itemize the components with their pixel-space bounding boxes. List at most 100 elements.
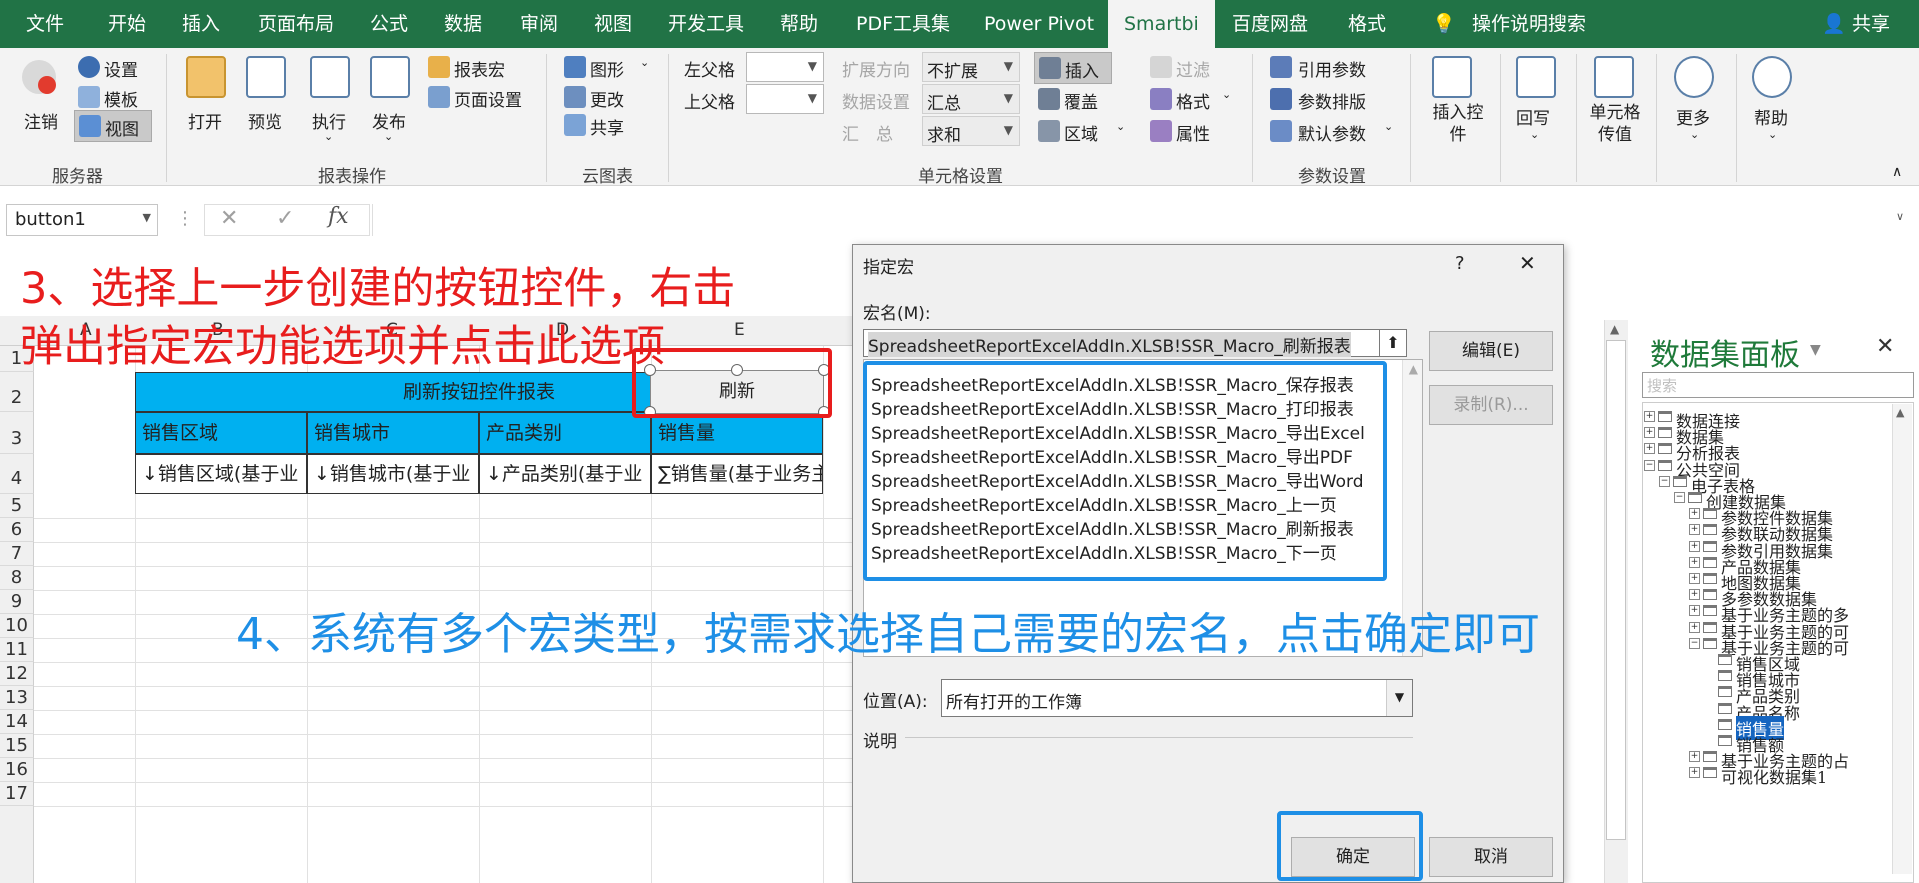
row-header-14[interactable]: 14 <box>0 710 34 734</box>
attribute-button[interactable]: 属性 <box>1176 120 1210 145</box>
row-header-15[interactable]: 15 <box>0 734 34 758</box>
row-header-4[interactable]: 4 <box>0 454 34 494</box>
page-setup-button[interactable]: 页面设置 <box>454 86 522 111</box>
insert-mode-button[interactable]: 插入 <box>1034 52 1112 84</box>
collapse-icon[interactable]: − <box>1659 475 1670 487</box>
tab-smartbi[interactable]: Smartbi <box>1108 0 1215 48</box>
scroll-up-icon[interactable]: ▲ <box>1409 362 1418 376</box>
expand-icon[interactable]: + <box>1689 589 1700 601</box>
row-header-10[interactable]: 10 <box>0 614 34 638</box>
formula-input[interactable] <box>372 204 1912 236</box>
cell-pass-button[interactable]: 单元格传值 <box>1588 102 1642 146</box>
row-header-2[interactable]: 2 <box>0 372 34 412</box>
row-header-7[interactable]: 7 <box>0 542 34 566</box>
row-header-3[interactable]: 3 <box>0 412 34 454</box>
data-cell-city[interactable]: ↓销售城市(基于业 <box>307 454 479 494</box>
scroll-up-icon[interactable]: ▲ <box>1610 322 1619 336</box>
expand-formula-icon[interactable]: ∨ <box>1896 210 1904 223</box>
default-param-button[interactable]: 默认参数 <box>1298 120 1366 145</box>
tab-pdf-tools[interactable]: PDF工具集 <box>856 0 950 48</box>
cancel-icon[interactable]: ✕ <box>220 206 238 231</box>
expand-icon[interactable]: + <box>1644 411 1655 422</box>
region-button[interactable]: 区域 <box>1064 120 1098 145</box>
tab-format[interactable]: 格式 <box>1348 0 1386 48</box>
location-dropdown[interactable]: 所有打开的工作簿 ▼ <box>941 679 1413 717</box>
edit-button[interactable]: 编辑(E) <box>1429 331 1553 371</box>
scrollbar-thumb[interactable] <box>1606 340 1626 840</box>
close-icon[interactable]: ✕ <box>1876 334 1894 359</box>
panel-search-input[interactable]: 搜索 <box>1642 372 1914 398</box>
expand-icon[interactable]: + <box>1689 556 1700 568</box>
tab-baidu-netdisk[interactable]: 百度网盘 <box>1232 0 1308 48</box>
tab-review[interactable]: 审阅 <box>520 0 558 48</box>
row-header-12[interactable]: 12 <box>0 662 34 686</box>
header-cell-region[interactable]: 销售区域 <box>135 412 307 454</box>
chart-button[interactable]: 图形 <box>590 56 624 81</box>
row-header-8[interactable]: 8 <box>0 566 34 590</box>
tab-developer[interactable]: 开发工具 <box>668 0 744 48</box>
tab-view[interactable]: 视图 <box>594 0 632 48</box>
close-icon[interactable]: ✕ <box>1519 251 1536 275</box>
help-icon[interactable]: ? <box>1455 253 1465 274</box>
expand-icon[interactable]: + <box>1689 767 1700 779</box>
tab-data[interactable]: 数据 <box>444 0 482 48</box>
name-box[interactable]: button1 ▼ <box>6 204 158 236</box>
summary-dropdown[interactable]: 求和 ▼ <box>922 116 1020 146</box>
template-button[interactable]: 模板 <box>104 86 138 111</box>
preview-button[interactable]: 预览 <box>248 108 282 133</box>
expand-icon[interactable]: + <box>1689 621 1700 633</box>
header-cell-category[interactable]: 产品类别 <box>479 412 651 454</box>
row-header-13[interactable]: 13 <box>0 686 34 710</box>
header-cell-city[interactable]: 销售城市 <box>307 412 479 454</box>
expand-icon[interactable]: + <box>1689 508 1700 520</box>
tab-home[interactable]: 开始 <box>108 0 146 48</box>
tab-insert[interactable]: 插入 <box>182 0 220 48</box>
tell-me-search[interactable]: 操作说明搜索 <box>1472 0 1586 48</box>
ref-param-button[interactable]: 引用参数 <box>1298 56 1366 81</box>
row-header-16[interactable]: 16 <box>0 758 34 782</box>
view-button[interactable]: 视图 <box>74 110 152 142</box>
more-button[interactable]: 更多 <box>1676 104 1710 129</box>
expand-icon[interactable]: + <box>1644 427 1655 439</box>
header-cell-quantity[interactable]: 销售量 <box>651 412 823 454</box>
share-button[interactable]: 共享 <box>1852 0 1890 48</box>
tab-power-pivot[interactable]: Power Pivot <box>984 0 1094 48</box>
tab-file[interactable]: 文件 <box>26 0 64 48</box>
open-button[interactable]: 打开 <box>188 108 222 133</box>
row-header-17[interactable]: 17 <box>0 782 34 806</box>
left-parent-dropdown[interactable]: ▼ <box>746 52 824 82</box>
settings-button[interactable]: 设置 <box>104 56 138 81</box>
confirm-icon[interactable]: ✓ <box>276 206 294 231</box>
expand-icon[interactable]: + <box>1689 524 1700 536</box>
filter-button[interactable]: 过滤 <box>1176 56 1210 81</box>
share-chart-button[interactable]: 共享 <box>590 114 624 139</box>
scroll-up-icon[interactable]: ▲ <box>1896 406 1904 419</box>
data-setting-dropdown[interactable]: 汇总 ▼ <box>922 84 1020 114</box>
tree-node[interactable]: 可视化数据集1 <box>1721 764 1827 788</box>
macro-name-input[interactable]: SpreadsheetReportExcelAddIn.XLSB!SSR_Mac… <box>863 329 1407 357</box>
row-header-9[interactable]: 9 <box>0 590 34 614</box>
data-cell-category[interactable]: ↓产品类别(基于业 <box>479 454 651 494</box>
help-button[interactable]: 帮助 <box>1754 104 1788 129</box>
expand-icon[interactable]: + <box>1689 751 1700 763</box>
format-button[interactable]: 格式 <box>1176 88 1210 113</box>
collapse-icon[interactable]: − <box>1674 492 1685 503</box>
row-header-6[interactable]: 6 <box>0 518 34 542</box>
change-button[interactable]: 更改 <box>590 86 624 111</box>
record-button[interactable]: 录制(R)... <box>1429 385 1553 425</box>
chevron-down-icon[interactable]: ▼ <box>1810 342 1821 358</box>
top-parent-dropdown[interactable]: ▼ <box>746 84 824 114</box>
tab-help[interactable]: 帮助 <box>780 0 818 48</box>
tab-formulas[interactable]: 公式 <box>370 0 408 48</box>
logout-button[interactable]: 注销 <box>24 108 58 133</box>
expand-icon[interactable]: + <box>1689 540 1700 552</box>
cover-button[interactable]: 覆盖 <box>1064 88 1098 113</box>
cancel-button[interactable]: 取消 <box>1429 837 1553 877</box>
collapse-icon[interactable]: − <box>1689 637 1700 649</box>
expand-icon[interactable]: + <box>1644 443 1655 455</box>
panel-scrollbar[interactable] <box>1892 404 1912 874</box>
expand-icon[interactable]: + <box>1689 605 1700 617</box>
write-back-button[interactable]: 回写 <box>1516 104 1550 129</box>
row-header-11[interactable]: 11 <box>0 638 34 662</box>
expand-direction-dropdown[interactable]: 不扩展 ▼ <box>922 52 1020 82</box>
